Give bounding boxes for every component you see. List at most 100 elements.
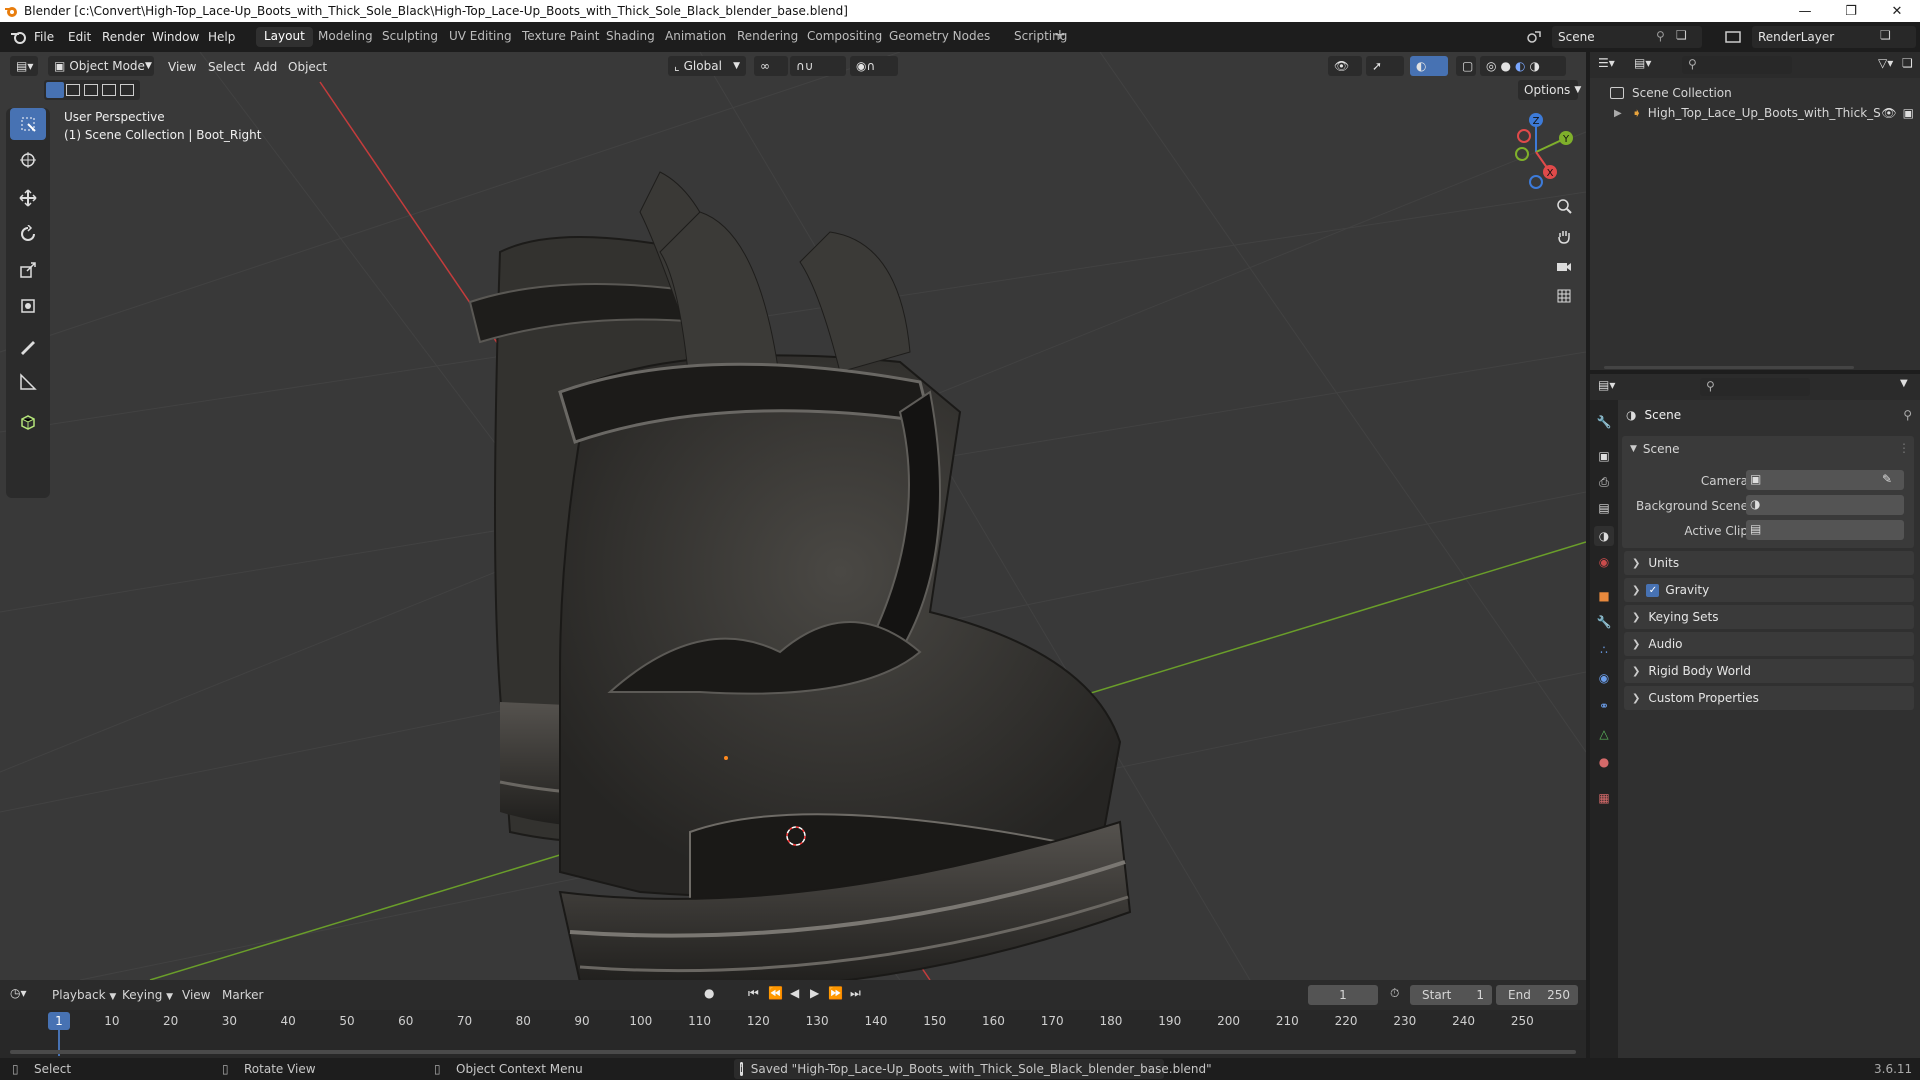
physics-tab-icon[interactable]: ◉ bbox=[1594, 668, 1614, 688]
menu-window[interactable]: Window bbox=[152, 30, 199, 44]
options-button[interactable]: Options ▼ bbox=[1518, 80, 1581, 100]
menu-render[interactable]: Render bbox=[102, 30, 145, 44]
navigation-gizmo[interactable]: Z Y X bbox=[1494, 110, 1578, 194]
tab-compositing[interactable]: Compositing bbox=[799, 27, 890, 47]
status-report[interactable]: i Saved "High-Top_Lace-Up_Boots_with_Thi… bbox=[734, 1059, 1212, 1079]
outliner-item[interactable]: ▶ ➧ High_Top_Lace_Up_Boots_with_Thick_S … bbox=[1614, 106, 1914, 120]
add-cube-icon[interactable] bbox=[10, 406, 46, 438]
visibility-icon[interactable]: 👁 bbox=[1328, 56, 1362, 76]
record-icon[interactable]: ● bbox=[704, 986, 714, 1000]
rigid-body-world-subpanel[interactable]: ❯ Rigid Body World bbox=[1624, 659, 1914, 683]
material-shading-icon[interactable]: ◐ bbox=[1515, 59, 1525, 73]
gizmo-toggle-icon[interactable]: ➚ bbox=[1366, 56, 1404, 76]
annotate-icon[interactable] bbox=[10, 330, 46, 362]
prev-keyframe-icon[interactable]: ⏪ bbox=[768, 986, 783, 1000]
drag-handle-icon[interactable]: ⋮ bbox=[1898, 441, 1910, 455]
pin-icon[interactable]: ⚲ bbox=[1903, 408, 1912, 422]
camera-view-icon[interactable] bbox=[1550, 252, 1578, 280]
move-icon[interactable] bbox=[10, 182, 46, 214]
menu-keying[interactable]: Keying ▼ bbox=[122, 988, 173, 1002]
ortho-grid-icon[interactable] bbox=[1550, 282, 1578, 310]
outliner-search-input[interactable]: ⚲ bbox=[1682, 56, 1792, 74]
keying-sets-subpanel[interactable]: ❯ Keying Sets bbox=[1624, 605, 1914, 629]
material-tab-icon[interactable]: ● bbox=[1594, 752, 1614, 772]
texture-tab-icon[interactable]: ▦ bbox=[1594, 788, 1614, 808]
overlays-icon[interactable]: ◐ bbox=[1410, 56, 1448, 76]
start-frame-field[interactable]: Start 1 bbox=[1410, 985, 1492, 1005]
select-invert-icon[interactable] bbox=[102, 84, 116, 96]
scene-selector[interactable]: Scene ⚲ ❏ bbox=[1552, 26, 1702, 48]
outliner-scrollbar[interactable] bbox=[1604, 366, 1854, 369]
data-tab-icon[interactable]: △ bbox=[1594, 724, 1614, 744]
xray-icon[interactable]: ▢ bbox=[1456, 56, 1476, 76]
tab-uv-editing[interactable]: UV Editing bbox=[441, 27, 520, 47]
menu-edit[interactable]: Edit bbox=[68, 30, 91, 44]
camera-field[interactable]: ▣ ✎ bbox=[1746, 470, 1904, 490]
rotate-icon[interactable] bbox=[10, 218, 46, 250]
chevron-down-icon[interactable]: ▼ bbox=[1900, 378, 1908, 389]
properties-editor-type-icon[interactable]: ▤▾ bbox=[1598, 378, 1615, 392]
blender-menu-icon[interactable] bbox=[10, 30, 26, 44]
scene-panel-header[interactable]: ▼ Scene bbox=[1630, 442, 1680, 456]
maximize-icon[interactable]: ❐ bbox=[1828, 0, 1874, 22]
proportional-edit-icon[interactable]: ◉∩ bbox=[850, 56, 898, 76]
pivot-point-icon[interactable]: ∞ bbox=[754, 56, 788, 76]
jump-start-icon[interactable]: ⏮ bbox=[748, 986, 759, 1001]
menu-help[interactable]: Help bbox=[208, 30, 235, 44]
menu-marker[interactable]: Marker bbox=[222, 988, 263, 1002]
rendered-shading-icon[interactable]: ◑ bbox=[1529, 59, 1539, 73]
play-icon[interactable]: ▶ bbox=[810, 986, 819, 1000]
gravity-checkbox[interactable]: ✓ bbox=[1646, 583, 1660, 597]
timeline-scrollbar[interactable] bbox=[10, 1050, 1576, 1054]
audio-subpanel[interactable]: ❯ Audio bbox=[1624, 632, 1914, 656]
view-layer-selector[interactable]: RenderLayer ❏ bbox=[1752, 26, 1916, 48]
menu-select[interactable]: Select bbox=[208, 60, 245, 74]
cursor-icon[interactable] bbox=[10, 144, 46, 176]
wireframe-shading-icon[interactable]: ◎ bbox=[1486, 59, 1496, 73]
play-reverse-icon[interactable]: ◀ bbox=[790, 986, 799, 1000]
tab-layout[interactable]: Layout bbox=[256, 27, 313, 47]
add-workspace-button[interactable]: + bbox=[1046, 25, 1074, 45]
outliner-scene-collection[interactable]: Scene Collection bbox=[1610, 86, 1732, 100]
display-mode-icon[interactable]: ▤▾ bbox=[1634, 56, 1651, 70]
custom-properties-subpanel[interactable]: ❯ Custom Properties bbox=[1624, 686, 1914, 710]
new-collection-icon[interactable]: ❏ bbox=[1902, 56, 1913, 70]
filter-icon[interactable]: ▽▾ bbox=[1878, 56, 1893, 70]
eyedropper-icon[interactable]: ✎ bbox=[1882, 472, 1892, 486]
menu-view[interactable]: View bbox=[168, 60, 196, 74]
object-tab-icon[interactable]: ■ bbox=[1594, 586, 1614, 606]
select-extend-icon[interactable] bbox=[66, 84, 80, 96]
select-intersect-icon[interactable] bbox=[120, 84, 134, 96]
select-mode-buttons[interactable] bbox=[44, 80, 140, 100]
mode-selector[interactable]: ▣ Object Mode ▼ bbox=[48, 56, 154, 76]
tab-geometry-nodes[interactable]: Geometry Nodes bbox=[881, 27, 998, 47]
current-frame-field[interactable]: 1 bbox=[1308, 985, 1378, 1005]
render-camera-icon[interactable]: ▣ bbox=[1903, 106, 1914, 120]
viewport-scene[interactable] bbox=[0, 52, 1586, 980]
stopwatch-icon[interactable]: ⏱ bbox=[1390, 986, 1399, 1001]
end-frame-field[interactable]: End 250 bbox=[1496, 985, 1578, 1005]
particles-tab-icon[interactable]: ∴ bbox=[1594, 640, 1614, 660]
select-new-icon[interactable] bbox=[46, 82, 64, 98]
tab-rendering[interactable]: Rendering bbox=[729, 27, 806, 47]
background-scene-field[interactable]: ◑ bbox=[1746, 495, 1904, 515]
jump-end-icon[interactable]: ⏭ bbox=[850, 986, 861, 1001]
solid-shading-icon[interactable]: ● bbox=[1500, 59, 1510, 73]
select-box-icon[interactable] bbox=[10, 108, 46, 140]
expand-arrow-icon[interactable]: ▶ bbox=[1614, 108, 1622, 119]
tab-sculpting[interactable]: Sculpting bbox=[374, 27, 446, 47]
world-tab-icon[interactable]: ◉ bbox=[1594, 552, 1614, 572]
units-subpanel[interactable]: ❯ Units bbox=[1624, 551, 1914, 575]
tab-animation[interactable]: Animation bbox=[657, 27, 734, 47]
menu-timeline-view[interactable]: View bbox=[182, 988, 210, 1002]
tab-modeling[interactable]: Modeling bbox=[310, 27, 381, 47]
select-subtract-icon[interactable] bbox=[84, 84, 98, 96]
pan-hand-icon[interactable] bbox=[1550, 222, 1578, 250]
scene-icon[interactable] bbox=[1526, 29, 1542, 45]
gravity-subpanel[interactable]: ❯ ✓ Gravity bbox=[1624, 578, 1914, 602]
menu-add[interactable]: Add bbox=[254, 60, 277, 74]
tool-tab-icon[interactable]: 🔧 bbox=[1594, 412, 1614, 432]
scene-tab-icon[interactable]: ◑ bbox=[1594, 526, 1614, 546]
modifier-tab-icon[interactable]: 🔧 bbox=[1594, 612, 1614, 632]
eye-icon[interactable]: 👁 bbox=[1881, 106, 1896, 120]
